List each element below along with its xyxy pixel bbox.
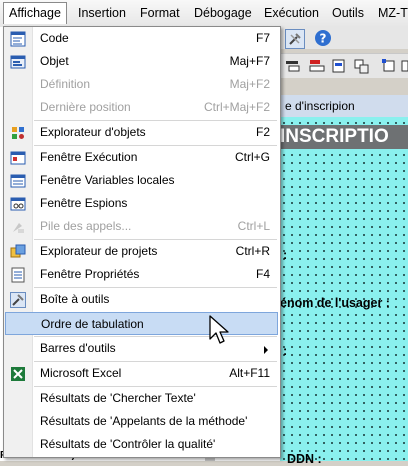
locals-window-icon	[10, 174, 26, 188]
object-browser-icon	[12, 127, 24, 139]
mouse-cursor-icon	[209, 315, 229, 344]
standard-toolbar: ?	[280, 27, 408, 49]
menu-item-shortcut: Ctrl+Maj+F2	[203, 100, 270, 114]
tools-icon	[289, 33, 301, 45]
ungroup-icon	[382, 59, 395, 72]
toolbox-toggle-button[interactable]	[285, 29, 305, 49]
menu-item-explorateur-projets[interactable]: Explorateur de projets Ctrl+R	[5, 240, 278, 263]
menu-item-code[interactable]: Code F7	[5, 27, 278, 50]
menu-item-label: Fenêtre Variables locales	[40, 173, 175, 187]
size-icon	[401, 60, 408, 72]
watch-window-icon	[10, 197, 26, 211]
menu-item-label: Fenêtre Exécution	[40, 150, 138, 164]
align-blue-button[interactable]	[330, 57, 348, 75]
group-icon	[354, 59, 369, 74]
menu-item-label: Fenêtre Propriétés	[40, 267, 140, 281]
menu-item-shortcut: F2	[255, 125, 270, 139]
menu-format[interactable]: Format	[140, 6, 180, 20]
align-red-button[interactable]	[308, 57, 326, 75]
menu-item-label: Microsoft Excel	[40, 366, 122, 380]
excel-icon	[11, 367, 25, 381]
menu-item-label: Objet	[40, 54, 69, 68]
menu-item-label: Dernière position	[40, 100, 131, 114]
menu-item-fenetre-espions[interactable]: Fenêtre Espions	[5, 192, 278, 215]
menu-mz-tools[interactable]: MZ-T	[378, 6, 408, 20]
menu-item-variables-locales[interactable]: Fenêtre Variables locales	[5, 169, 278, 192]
object-icon	[10, 55, 26, 69]
menu-insertion[interactable]: Insertion	[78, 6, 126, 20]
menu-item-label: Résultats de 'Chercher Texte'	[40, 391, 196, 405]
call-stack-icon	[13, 223, 24, 233]
userform-toolbar	[280, 53, 408, 78]
menu-item-label: Explorateur d'objets	[40, 125, 146, 139]
menu-debogage[interactable]: Débogage	[194, 6, 252, 20]
toolbox-icon	[10, 292, 26, 308]
menu-item-label: Boîte à outils	[40, 292, 110, 306]
menu-item-barres-outils[interactable]: Barres d'outils	[5, 337, 278, 360]
menu-item-fenetre-execution[interactable]: Fenêtre Exécution Ctrl+G	[5, 146, 278, 169]
menu-item-label: Résultats de 'Appelants de la méthode'	[40, 414, 248, 428]
menu-item-label: Code	[40, 31, 69, 45]
menu-item-objet[interactable]: Objet Maj+F7	[5, 50, 278, 73]
code-icon	[10, 31, 26, 47]
menu-item-resultats-appelants[interactable]: Résultats de 'Appelants de la méthode'	[5, 410, 278, 433]
menu-item-shortcut: Alt+F11	[229, 366, 270, 380]
submenu-arrow-icon	[264, 346, 268, 354]
form-label-3[interactable]: :	[283, 344, 287, 358]
menu-item-shortcut: Ctrl+R	[235, 244, 270, 258]
menu-item-label: Définition	[40, 77, 91, 91]
menu-item-shortcut: Maj+F2	[229, 77, 270, 91]
menu-item-label: Pile des appels...	[40, 219, 132, 233]
menu-item-resultats-chercher[interactable]: Résultats de 'Chercher Texte'	[5, 387, 278, 410]
menu-item-shortcut: F4	[255, 267, 270, 281]
menu-outils[interactable]: Outils	[332, 6, 364, 20]
immediate-window-icon	[10, 151, 26, 165]
userform-caption: e d'inscripion	[280, 95, 408, 117]
menu-item-boite-outils[interactable]: Boîte à outils	[5, 288, 278, 311]
form-label-1[interactable]: :	[283, 248, 287, 262]
menu-item-shortcut: F7	[255, 31, 270, 45]
menu-bar: Affichage Insertion Format Débogage Exéc…	[0, 0, 408, 28]
align-left-icon	[309, 60, 325, 72]
menu-item-shortcut: Ctrl+L	[237, 219, 270, 233]
project-explorer-icon	[10, 244, 26, 258]
menu-execution[interactable]: Exécution	[264, 6, 319, 20]
menu-item-label: Barres d'outils	[40, 341, 116, 355]
align-icon	[286, 61, 300, 72]
align-center-icon	[332, 59, 345, 73]
menu-item-fenetre-proprietes[interactable]: Fenêtre Propriétés F4	[5, 263, 278, 286]
menu-item-derniere-position[interactable]: Dernière position Ctrl+Maj+F2	[5, 96, 278, 119]
ungroup-button[interactable]	[380, 57, 398, 75]
menu-item-ordre-tabulation[interactable]: Ordre de tabulation	[5, 312, 278, 335]
menu-item-microsoft-excel[interactable]: Microsoft Excel Alt+F11	[5, 362, 278, 385]
menu-item-shortcut: Maj+F7	[229, 54, 270, 68]
menu-item-label: Ordre de tabulation	[41, 317, 144, 331]
form-label-ddn[interactable]: DDN :	[287, 452, 322, 466]
group-button[interactable]	[352, 57, 370, 75]
form-label-prenom[interactable]: énom de l'usager :	[280, 296, 390, 310]
form-title-label[interactable]: INSCRIPTIO	[280, 125, 408, 149]
menu-affichage[interactable]: Affichage	[3, 2, 67, 24]
menu-item-shortcut: Ctrl+G	[234, 150, 270, 164]
menu-item-label: Explorateur de projets	[40, 244, 158, 258]
menu-item-resultats-qualite[interactable]: Résultats de 'Contrôler la qualité'	[5, 433, 278, 456]
size-button[interactable]	[400, 57, 408, 75]
menu-item-explorateur-objets[interactable]: Explorateur d'objets F2	[5, 121, 278, 144]
help-button[interactable]: ?	[314, 29, 332, 47]
menu-item-label: Fenêtre Espions	[40, 196, 128, 210]
bring-front-button[interactable]	[284, 57, 302, 75]
menu-item-label: Résultats de 'Contrôler la qualité'	[40, 437, 216, 451]
userform-designer[interactable]	[280, 95, 408, 461]
properties-icon	[11, 267, 25, 283]
affichage-menu: Code F7 Objet Maj+F7 Définition Maj+F2 D…	[3, 26, 281, 458]
menu-item-definition[interactable]: Définition Maj+F2	[5, 73, 278, 96]
help-icon: ?	[315, 30, 331, 46]
menu-item-pile-appels[interactable]: Pile des appels... Ctrl+L	[5, 215, 278, 238]
svg-text:?: ?	[320, 32, 327, 46]
